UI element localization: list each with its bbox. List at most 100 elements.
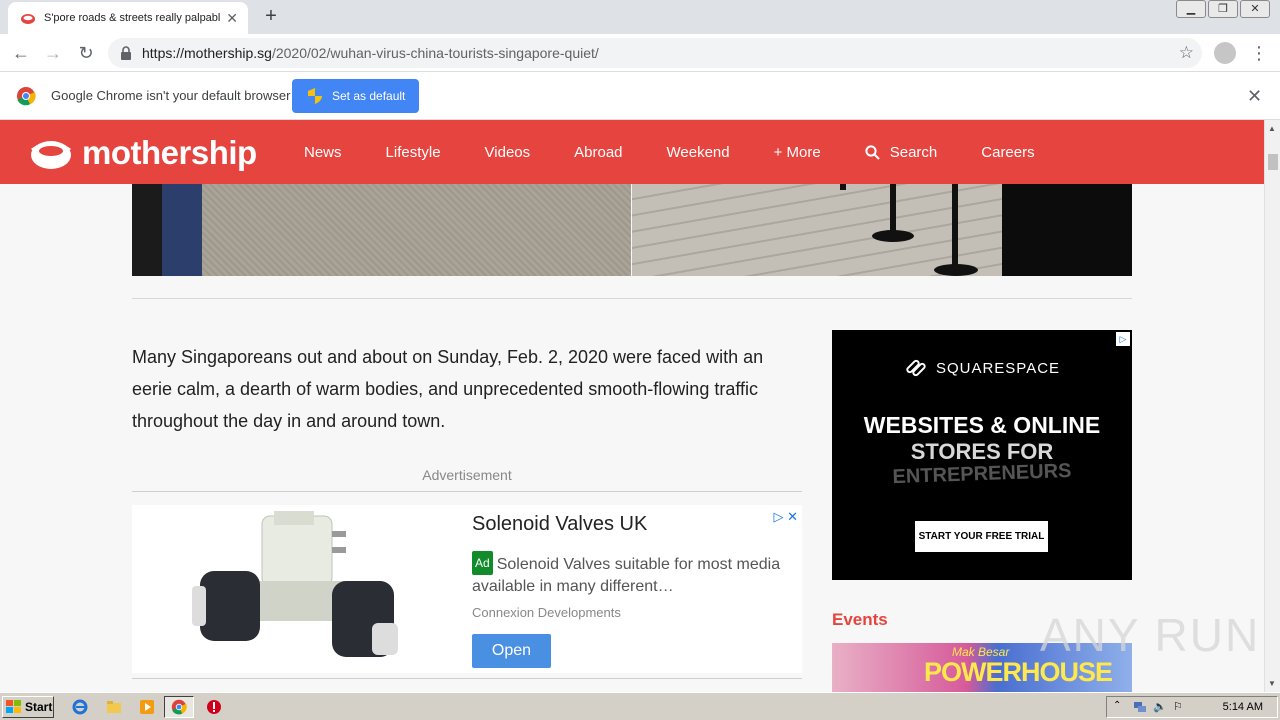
nav-news[interactable]: News: [304, 144, 342, 161]
infobar-message: Google Chrome isn't your default browser: [51, 88, 291, 103]
new-tab-icon[interactable]: +: [260, 5, 282, 28]
squarespace-logo-icon: [906, 359, 926, 377]
squarespace-brand: SQUARESPACE: [832, 358, 1132, 378]
lock-icon: [121, 46, 131, 60]
person-shadow: [132, 184, 162, 276]
window-close-icon[interactable]: ✕: [1240, 0, 1270, 18]
nav-abroad[interactable]: Abroad: [574, 144, 622, 161]
nav-videos[interactable]: Videos: [485, 144, 531, 161]
article-lede: Many Singaporeans out and about on Sunda…: [132, 347, 764, 431]
forward-icon[interactable]: →: [42, 42, 64, 64]
window-controls: ▁ ❐ ✕: [1176, 0, 1270, 18]
page-scrollbar[interactable]: ▲ ▼: [1264, 120, 1280, 692]
adchoices-icon[interactable]: ▷ ✕: [773, 509, 798, 525]
bookmark-star-icon[interactable]: ☆: [1179, 43, 1194, 63]
restore-icon[interactable]: ❐: [1208, 0, 1238, 18]
nav-more[interactable]: + More: [774, 144, 821, 161]
url-text: https://mothership.sg/2020/02/wuhan-viru…: [142, 45, 599, 61]
start-button[interactable]: Start: [2, 696, 54, 718]
sidebar-ad[interactable]: ▷ SQUARESPACE WEBSITES & ONLINE STORES F…: [832, 330, 1132, 580]
events-heading: Events: [832, 610, 888, 629]
site-nav-links: News Lifestyle Videos Abroad Weekend + M…: [304, 120, 1079, 184]
system-tray: ⌃ 🔈 ⚐ 5:14 AM: [1106, 696, 1278, 718]
stanchion-base: [872, 230, 914, 242]
ad-advertiser: Connexion Developments: [472, 605, 621, 620]
site-logo[interactable]: mothership: [30, 134, 257, 172]
stanchion-base: [934, 264, 978, 276]
article-hero-images: [132, 184, 1132, 276]
shield-icon: [308, 88, 322, 104]
mothership-logo-icon: [31, 141, 71, 169]
infobar-close-icon[interactable]: ✕: [1247, 86, 1262, 107]
solenoid-valve-image: [192, 511, 398, 657]
dark-corner: [1002, 184, 1132, 276]
windows-taskbar: Start ⌃ 🔈 ⚐ 5:14 AM: [0, 692, 1280, 720]
tray-clock: 5:14 AM: [1222, 701, 1263, 713]
tab-title: S'pore roads & streets really palpabl: [44, 12, 221, 24]
media-player-icon[interactable]: [139, 699, 155, 715]
folder-icon[interactable]: [106, 699, 122, 715]
volume-icon[interactable]: 🔈: [1153, 700, 1167, 714]
ad-bottom-rule: [132, 678, 802, 679]
chrome-taskbar-button[interactable]: [164, 696, 194, 718]
scroll-up-icon[interactable]: ▲: [1268, 124, 1276, 133]
tab-close-icon[interactable]: ✕: [226, 10, 238, 27]
back-icon[interactable]: ←: [10, 42, 32, 64]
page-viewport: mothership News Lifestyle Videos Abroad …: [0, 120, 1264, 692]
windows-flag-icon: [6, 700, 21, 713]
internet-explorer-icon[interactable]: [72, 699, 88, 715]
side-ad-line1: WEBSITES & ONLINE: [863, 412, 1101, 438]
url-path: /2020/02/wuhan-virus-china-tourists-sing…: [271, 45, 599, 61]
inline-ad[interactable]: Solenoid Valves UK Ad Solenoid Valves sui…: [132, 505, 802, 673]
site-navbar: mothership News Lifestyle Videos Abroad …: [0, 120, 1264, 184]
nav-lifestyle[interactable]: Lifestyle: [386, 144, 441, 161]
scrollbar-thumb[interactable]: [1268, 154, 1278, 170]
nav-search-label: Search: [889, 143, 938, 161]
network-icon[interactable]: [1133, 700, 1147, 714]
ad-tag: Ad: [472, 551, 493, 575]
browser-tab[interactable]: S'pore roads & streets really palpabl ✕: [8, 2, 248, 34]
stanchion-post: [890, 184, 896, 236]
nav-careers[interactable]: Careers: [981, 144, 1034, 161]
stanchion-post: [952, 184, 958, 272]
screen: S'pore roads & streets really palpabl ✕ …: [0, 0, 1280, 720]
article-divider: [132, 298, 1132, 299]
brand-wordmark: mothership: [82, 134, 257, 171]
hero-image-left: [132, 184, 631, 276]
advertisement-label: Advertisement: [422, 467, 512, 483]
flag-notification-icon[interactable]: ⚐: [1173, 700, 1187, 714]
address-bar[interactable]: https://mothership.sg/2020/02/wuhan-viru…: [108, 38, 1202, 68]
set-as-default-button[interactable]: Set as default: [292, 79, 419, 113]
ad-description-text: Solenoid Valves suitable for most media …: [472, 556, 781, 595]
ad-description: Ad Solenoid Valves suitable for most medi…: [472, 551, 782, 598]
tab-strip: S'pore roads & streets really palpabl ✕ …: [0, 0, 1280, 34]
scroll-down-icon[interactable]: ▼: [1268, 679, 1276, 688]
anyrun-watermark: ANY RUN: [1040, 609, 1261, 661]
browser-toolbar: ← → ↻ https://mothership.sg/2020/02/wuha…: [0, 34, 1280, 72]
stop-icon[interactable]: [206, 699, 222, 715]
start-label: Start: [25, 700, 53, 714]
minimize-icon[interactable]: ▁: [1176, 0, 1206, 18]
hero-image-right: [632, 184, 1132, 276]
set-as-default-label: Set as default: [332, 89, 406, 103]
url-host: https://mothership.sg: [142, 45, 272, 61]
nav-weekend[interactable]: Weekend: [667, 144, 730, 161]
ad-top-rule: [132, 491, 802, 492]
chrome-logo-icon: [17, 87, 36, 106]
menu-kebab-icon[interactable]: ⋮: [1250, 42, 1268, 64]
ad-headline[interactable]: Solenoid Valves UK: [472, 513, 647, 536]
adchoices-icon[interactable]: ▷: [1116, 332, 1130, 346]
default-browser-infobar: Google Chrome isn't your default browser…: [0, 72, 1280, 120]
ad-open-button[interactable]: Open: [472, 634, 551, 668]
stanchion-post: [840, 184, 846, 190]
tray-expand-icon[interactable]: ⌃: [1113, 700, 1127, 714]
mothership-favicon-icon: [21, 14, 35, 24]
floor-texture: [202, 184, 631, 276]
free-trial-button[interactable]: START YOUR FREE TRIAL: [915, 521, 1048, 552]
nav-search[interactable]: Search: [865, 143, 938, 161]
squarespace-wordmark: SQUARESPACE: [935, 359, 1061, 377]
profile-avatar-icon[interactable]: [1214, 42, 1236, 64]
search-icon: [865, 144, 880, 160]
chrome-icon: [171, 699, 187, 715]
reload-icon[interactable]: ↻: [75, 42, 97, 64]
